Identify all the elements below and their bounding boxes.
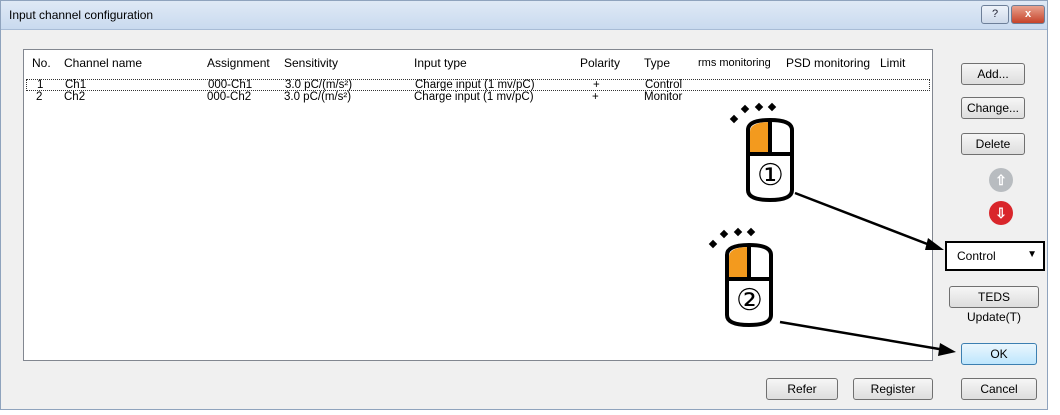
arrow-head-2 (938, 343, 956, 356)
mouse-left-click-icon: ② (707, 227, 797, 328)
mouse-left-click-icon: ① (728, 102, 818, 203)
annotation-overlay (779, 191, 956, 356)
step-2-label: ② (736, 283, 763, 318)
arrow-head-1 (925, 238, 944, 250)
step-1-label: ① (757, 158, 784, 193)
